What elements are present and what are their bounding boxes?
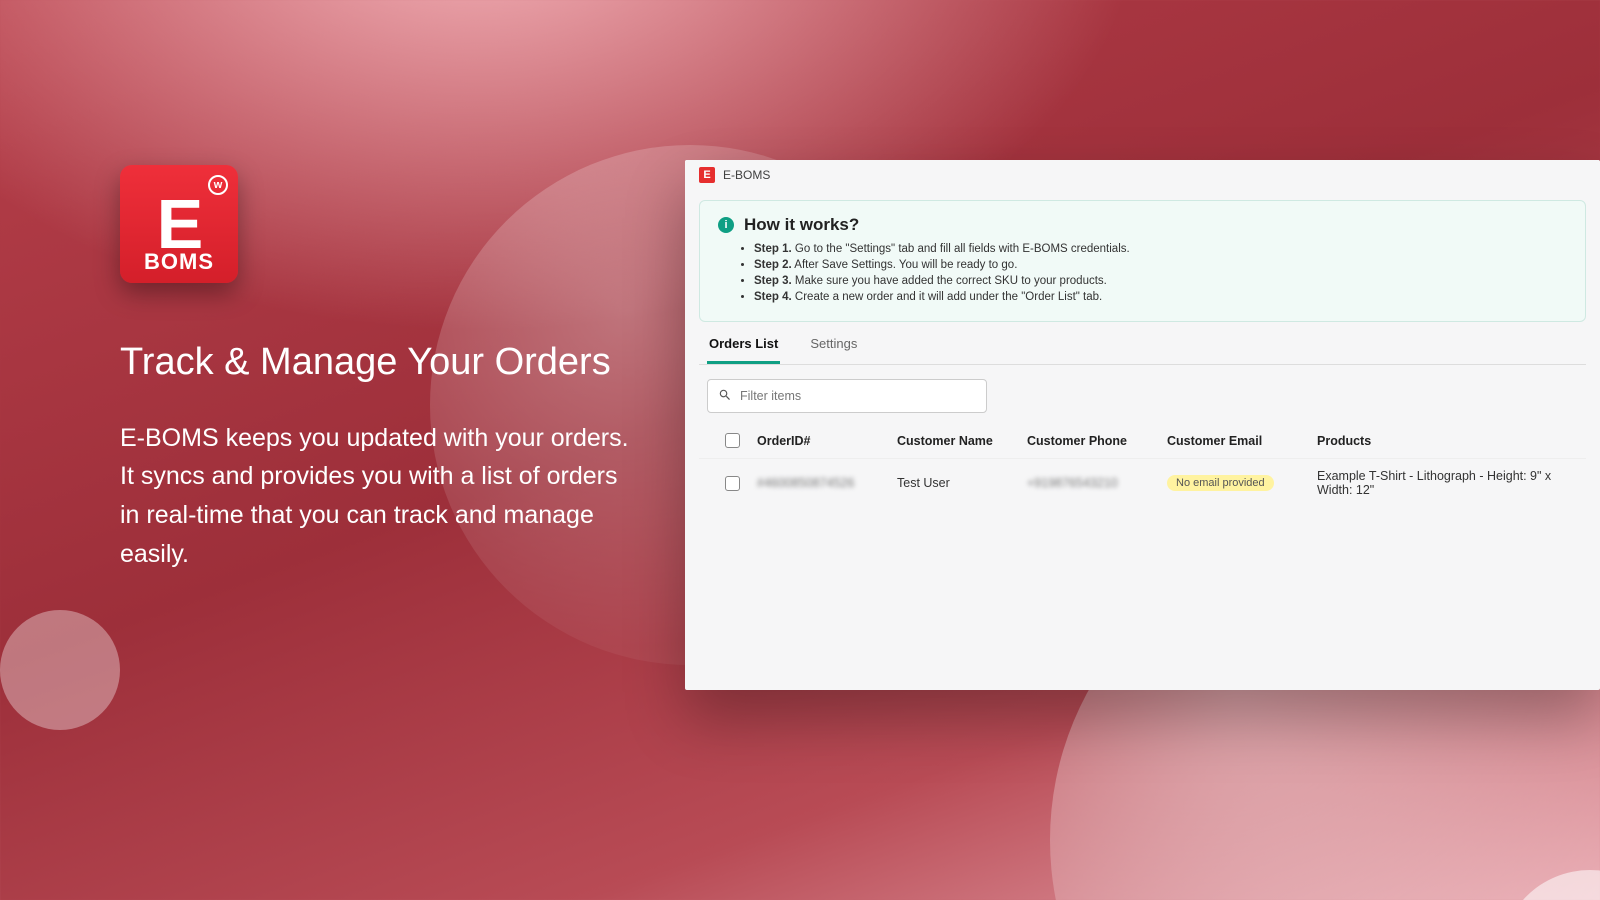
page-description: E-BOMS keeps you updated with your order… <box>120 419 640 574</box>
table-row[interactable]: #460085087452­6 Test User +919876543210 … <box>699 458 1586 507</box>
cell-customer-name: Test User <box>897 476 1027 490</box>
cell-order-id: #460085087452­6 <box>757 476 897 490</box>
tabs: Orders List Settings <box>699 322 1586 365</box>
col-customer-name: Customer Name <box>897 434 1027 448</box>
page-title: Track & Manage Your Orders <box>120 341 640 385</box>
select-all-checkbox[interactable] <box>725 433 740 448</box>
step-item: Step 1. Go to the "Settings" tab and fil… <box>754 243 1567 255</box>
search-icon <box>718 388 732 405</box>
cell-products: Example T-Shirt - Lithograph - Height: 9… <box>1317 469 1578 497</box>
app-screenshot: E E-BOMS i How it works? Step 1. Go to t… <box>685 160 1600 690</box>
col-products: Products <box>1317 434 1578 448</box>
step-item: Step 3. Make sure you have added the cor… <box>754 275 1567 287</box>
orders-table: OrderID# Customer Name Customer Phone Cu… <box>699 423 1586 507</box>
app-titlebar: E E-BOMS <box>685 160 1600 190</box>
filter-placeholder: Filter items <box>740 389 801 403</box>
step-item: Step 4. Create a new order and it will a… <box>754 291 1567 303</box>
col-customer-email: Customer Email <box>1167 434 1317 448</box>
how-it-works-card: i How it works? Step 1. Go to the "Setti… <box>699 200 1586 322</box>
how-it-works-steps: Step 1. Go to the "Settings" tab and fil… <box>754 243 1567 303</box>
col-order-id: OrderID# <box>757 434 897 448</box>
tab-orders-list[interactable]: Orders List <box>707 336 780 364</box>
decorative-circle <box>0 610 120 730</box>
marketing-block: E w BOMS Track & Manage Your Orders E-BO… <box>120 165 640 574</box>
filter-input[interactable]: Filter items <box>707 379 987 413</box>
app-logo-icon: E <box>699 167 715 183</box>
decorative-circle <box>1500 870 1600 900</box>
cell-customer-phone: +919876543210 <box>1027 476 1167 490</box>
no-email-badge: No email provided <box>1167 475 1274 491</box>
brand-logo: E w BOMS <box>120 165 238 283</box>
col-customer-phone: Customer Phone <box>1027 434 1167 448</box>
how-it-works-title: How it works? <box>744 215 859 235</box>
tab-settings[interactable]: Settings <box>808 336 859 364</box>
brand-logo-reg: w <box>208 175 228 195</box>
cell-customer-email: No email provided <box>1167 475 1317 491</box>
step-item: Step 2. After Save Settings. You will be… <box>754 259 1567 271</box>
brand-logo-sub: BOMS <box>120 249 238 275</box>
info-icon: i <box>718 217 734 233</box>
app-title: E-BOMS <box>723 168 770 182</box>
table-header: OrderID# Customer Name Customer Phone Cu… <box>699 423 1586 458</box>
row-checkbox[interactable] <box>725 476 740 491</box>
